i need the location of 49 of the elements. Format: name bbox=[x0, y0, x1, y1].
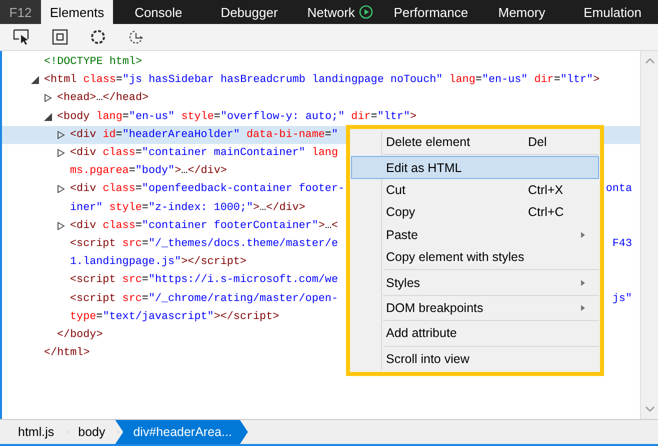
code-line[interactable]: <body lang="en-us" style="overflow-y: auto;" dir="ltr"> bbox=[57, 110, 417, 123]
code-line[interactable]: <html class="js hasSidebar hasBreadcrumb landingpage noTouch" lang="en-us" dir="ltr"> bbox=[44, 74, 600, 86]
collapsed-triangle-icon[interactable] bbox=[57, 149, 65, 158]
play-icon bbox=[358, 5, 373, 19]
code-line[interactable]: <div class="openfeedback-container footer- bbox=[70, 183, 345, 196]
box-model-icon bbox=[51, 28, 69, 46]
collapsed-triangle-icon[interactable] bbox=[57, 185, 65, 194]
code-line: iner" style="z-index: 1000;">…</div> bbox=[70, 202, 306, 214]
menu-item[interactable]: Scroll into view bbox=[351, 348, 599, 370]
dashed-circle-icon bbox=[89, 28, 107, 46]
menu-item[interactable]: Copy Ctrl+C bbox=[351, 201, 599, 224]
toolbar-button[interactable] bbox=[88, 27, 108, 47]
menu-item[interactable]: Paste bbox=[351, 224, 599, 246]
collapsed-triangle-icon[interactable] bbox=[57, 222, 65, 230]
code-line[interactable]: <script src="https://i.s-microsoft.com/we bbox=[70, 274, 338, 286]
menu-item[interactable]: DOM breakpoints bbox=[351, 296, 599, 320]
code-line[interactable]: <script src="/_themes/docs.theme/master/e bbox=[70, 238, 338, 250]
code-fragment: js" bbox=[612, 292, 632, 305]
select-element-icon bbox=[13, 28, 31, 46]
code-line[interactable]: <div class="container footerContainer">…< bbox=[70, 220, 338, 232]
collapsed-triangle-icon[interactable] bbox=[44, 94, 52, 102]
shortcut-label: Del bbox=[528, 135, 548, 150]
menu-item[interactable]: Styles bbox=[351, 271, 599, 294]
code-fragment: onta bbox=[606, 183, 632, 196]
shortcut-label: Ctrl+C bbox=[528, 205, 565, 220]
f12-label: F12 bbox=[0, 0, 41, 24]
breadcrumb[interactable]: div#headerArea... bbox=[115, 420, 248, 444]
code-line[interactable]: <div class="container mainContainer" lang bbox=[70, 147, 338, 160]
menu-item[interactable]: Cut Ctrl+X bbox=[351, 178, 599, 202]
code-fragment: F43 bbox=[612, 238, 632, 250]
expanded-triangle-icon[interactable] bbox=[44, 112, 52, 121]
shortcut-label: Ctrl+X bbox=[528, 182, 564, 197]
code-line[interactable]: <script src="/_chrome/rating/master/open- bbox=[70, 292, 338, 305]
code-line: 1.landingpage.js"></script> bbox=[70, 256, 246, 268]
code-line[interactable]: </html> bbox=[44, 347, 90, 360]
dashed-clock-icon bbox=[127, 28, 145, 46]
menu-item[interactable]: Copy element with styles bbox=[351, 246, 599, 268]
code-line: ms.pgarea="body">…</div> bbox=[70, 165, 227, 178]
tab[interactable]: Elements bbox=[41, 0, 113, 24]
menu-item[interactable]: Edit as HTML bbox=[351, 156, 599, 179]
code-line[interactable]: <head>…</head> bbox=[57, 92, 149, 104]
menu-item[interactable]: Add attribute bbox=[351, 322, 599, 345]
menu-item[interactable]: Delete element Del bbox=[351, 131, 599, 154]
collapsed-triangle-icon[interactable] bbox=[57, 130, 65, 139]
toolbar-button[interactable] bbox=[50, 27, 70, 47]
code-line[interactable]: <!DOCTYPE html> bbox=[44, 56, 142, 68]
code-line: type="text/javascript"></script> bbox=[70, 310, 280, 323]
expanded-triangle-icon[interactable] bbox=[31, 76, 39, 84]
code-line[interactable]: </body> bbox=[57, 328, 103, 341]
